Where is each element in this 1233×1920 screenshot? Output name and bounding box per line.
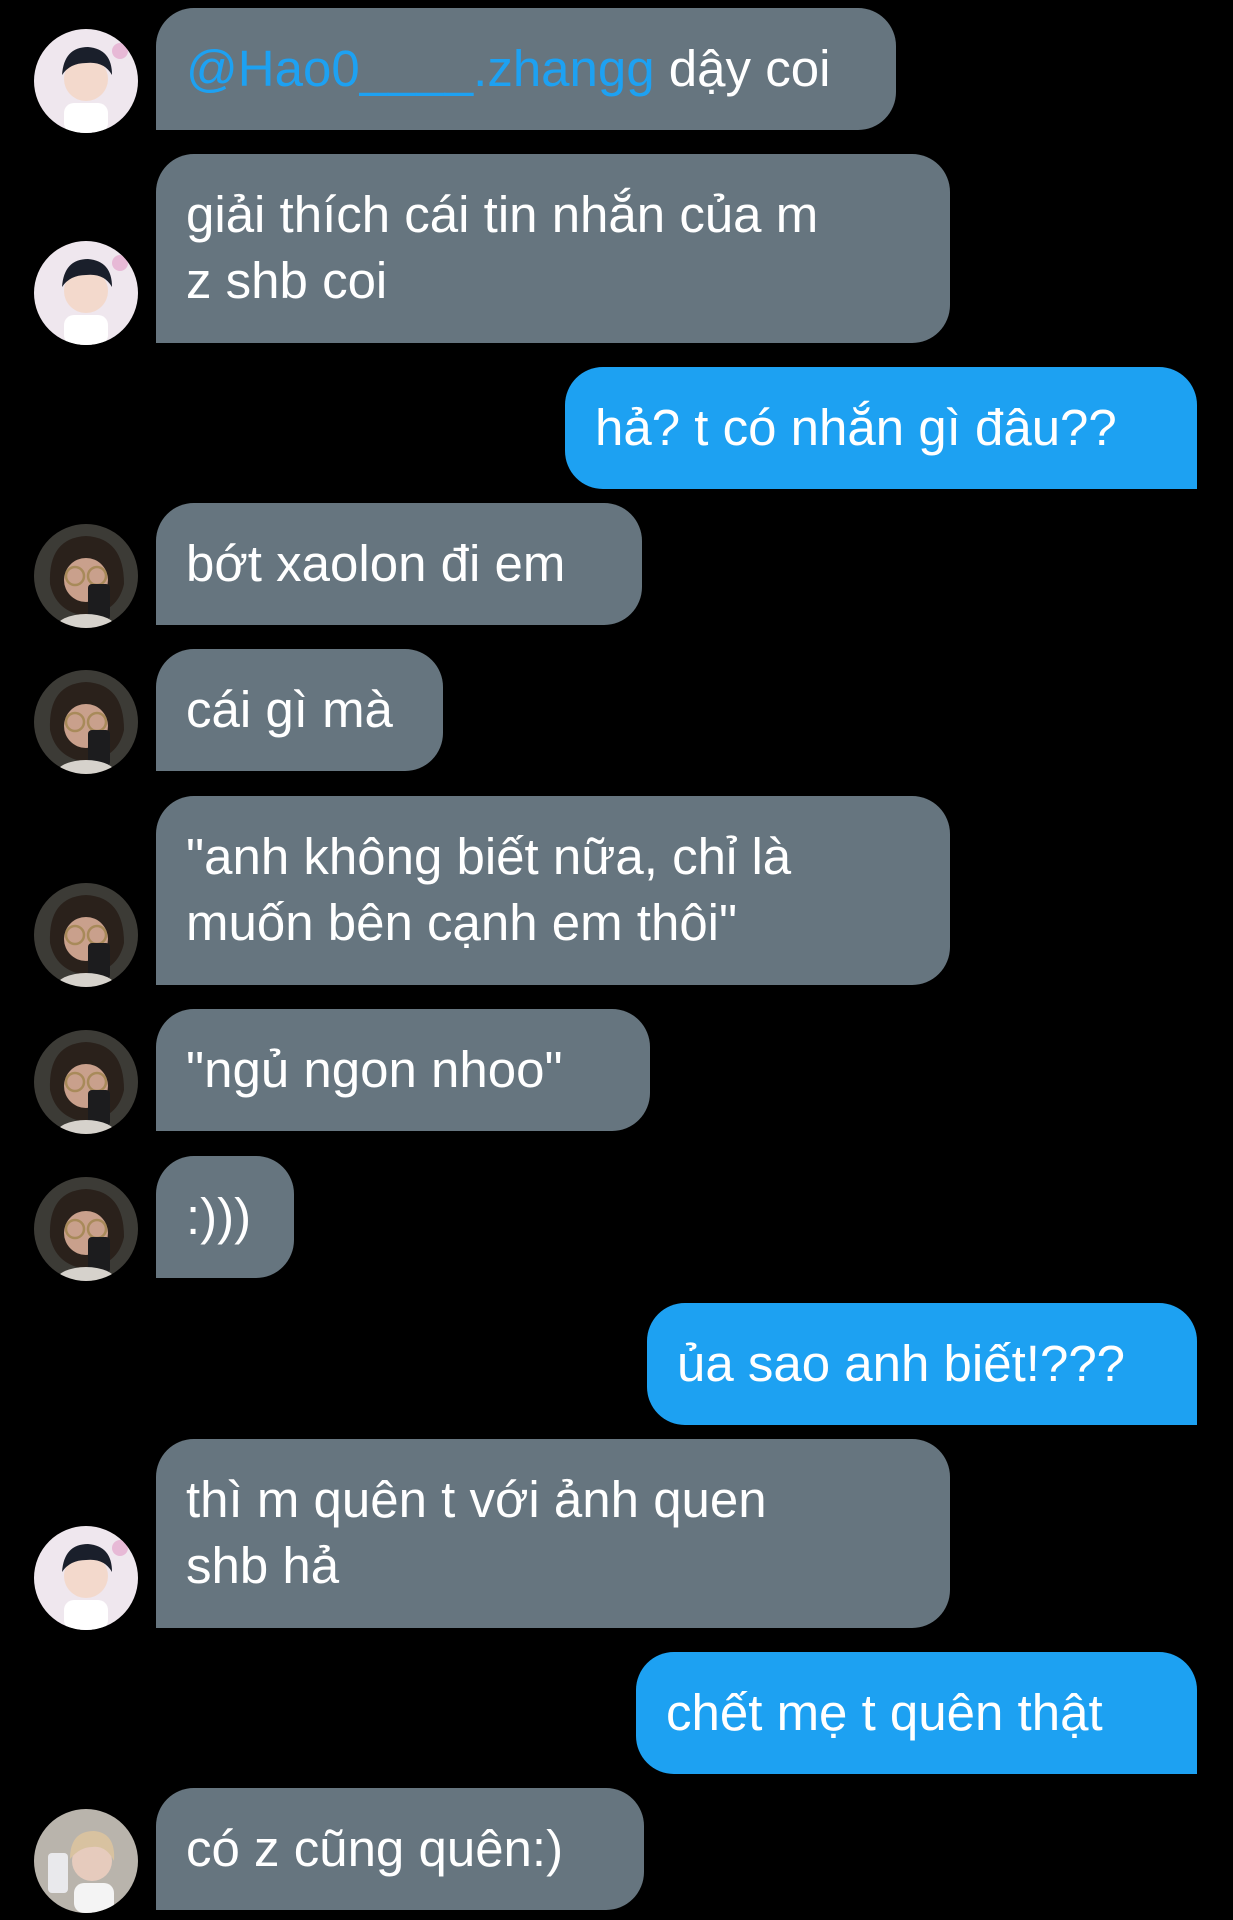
incoming-message-bubble[interactable]: @Hao0____.zhangg dậy coi bbox=[156, 8, 896, 130]
message-row: cái gì mà bbox=[0, 649, 1233, 774]
message-text: có z cũng quên:) bbox=[186, 1820, 564, 1877]
incoming-message-bubble[interactable]: bớt xaolon đi em bbox=[156, 503, 642, 625]
avatar-glasses-phone[interactable] bbox=[34, 883, 138, 987]
message-text: chết mẹ t quên thật bbox=[666, 1684, 1103, 1741]
incoming-message-bubble[interactable]: cái gì mà bbox=[156, 649, 443, 771]
outgoing-message-bubble[interactable]: ủa sao anh biết!??? bbox=[647, 1303, 1197, 1425]
avatar-light-hair-selfie[interactable] bbox=[34, 1809, 138, 1913]
incoming-message-bubble[interactable]: "anh không biết nữa, chỉ là muốn bên cạn… bbox=[156, 796, 950, 985]
avatar-glasses-phone[interactable] bbox=[34, 670, 138, 774]
user-mention[interactable]: @Hao0____.zhangg bbox=[186, 40, 655, 97]
message-row: có z cũng quên:) bbox=[0, 1788, 1233, 1913]
message-row: thì m quên t với ảnh quen shb hả bbox=[0, 1439, 1233, 1630]
message-row: giải thích cái tin nhắn của m z shb coi bbox=[0, 154, 1233, 345]
message-line: giải thích cái tin nhắn của m bbox=[186, 186, 819, 243]
message-text: :))) bbox=[186, 1188, 252, 1245]
outgoing-message-bubble[interactable]: chết mẹ t quên thật bbox=[636, 1652, 1197, 1774]
incoming-message-bubble[interactable]: có z cũng quên:) bbox=[156, 1788, 644, 1910]
message-text: ủa sao anh biết!??? bbox=[677, 1335, 1126, 1392]
message-row: @Hao0____.zhangg dậy coi bbox=[0, 8, 1233, 133]
message-row: :))) bbox=[0, 1156, 1233, 1281]
message-line: "anh không biết nữa, chỉ là bbox=[186, 828, 792, 885]
message-line: muốn bên cạnh em thôi" bbox=[186, 894, 738, 951]
avatar-glasses-phone[interactable] bbox=[34, 524, 138, 628]
message-line: thì m quên t với ảnh quen bbox=[186, 1471, 767, 1528]
message-text: "ngủ ngon nhoo" bbox=[186, 1041, 563, 1098]
message-line: z shb coi bbox=[186, 252, 388, 309]
message-text: dậy coi bbox=[654, 40, 831, 97]
message-row: "ngủ ngon nhoo" bbox=[0, 1009, 1233, 1134]
message-text: bớt xaolon đi em bbox=[186, 535, 566, 592]
avatar-glasses-phone[interactable] bbox=[34, 1177, 138, 1281]
incoming-message-bubble[interactable]: giải thích cái tin nhắn của m z shb coi bbox=[156, 154, 950, 343]
incoming-message-bubble[interactable]: :))) bbox=[156, 1156, 294, 1278]
chat-thread[interactable]: @Hao0____.zhangg dậy coi giải thích cái … bbox=[0, 0, 1233, 1920]
message-row: ủa sao anh biết!??? bbox=[0, 1303, 1233, 1425]
avatar-boy-dark-hair[interactable] bbox=[34, 29, 138, 133]
message-row: bớt xaolon đi em bbox=[0, 503, 1233, 628]
message-row: "anh không biết nữa, chỉ là muốn bên cạn… bbox=[0, 796, 1233, 987]
avatar-glasses-phone[interactable] bbox=[34, 1030, 138, 1134]
message-text: cái gì mà bbox=[186, 681, 393, 738]
avatar-boy-dark-hair[interactable] bbox=[34, 1526, 138, 1630]
avatar-boy-dark-hair[interactable] bbox=[34, 241, 138, 345]
message-text: hả? t có nhắn gì đâu?? bbox=[595, 399, 1117, 456]
message-row: chết mẹ t quên thật bbox=[0, 1652, 1233, 1774]
message-row: hả? t có nhắn gì đâu?? bbox=[0, 367, 1233, 489]
incoming-message-bubble[interactable]: thì m quên t với ảnh quen shb hả bbox=[156, 1439, 950, 1628]
outgoing-message-bubble[interactable]: hả? t có nhắn gì đâu?? bbox=[565, 367, 1197, 489]
incoming-message-bubble[interactable]: "ngủ ngon nhoo" bbox=[156, 1009, 650, 1131]
message-line: shb hả bbox=[186, 1537, 340, 1594]
